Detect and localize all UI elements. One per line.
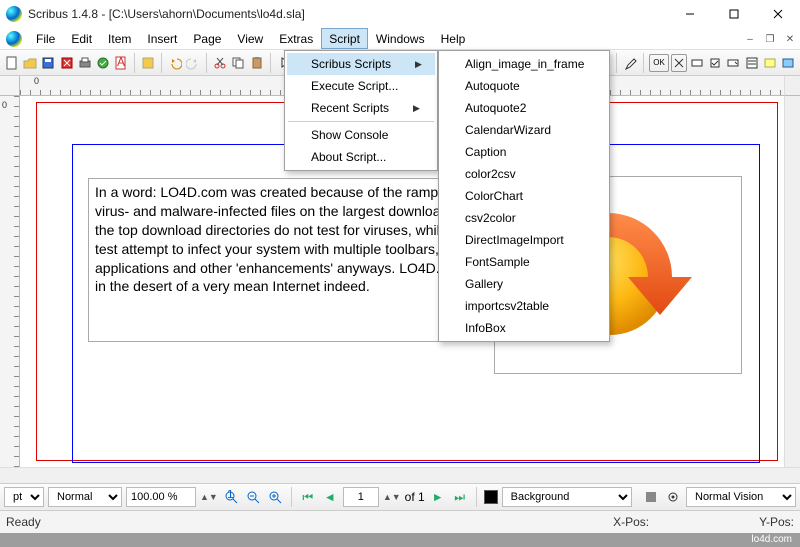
scribus-scripts-submenu: Align_image_in_frame Autoquote Autoquote… <box>438 50 610 342</box>
pdf-checkbox-icon[interactable] <box>707 54 723 72</box>
preview-quality-select[interactable]: Normal <box>48 487 122 507</box>
status-xpos-label: X-Pos: <box>613 515 649 529</box>
ruler-corner <box>0 76 20 96</box>
window-title: Scribus 1.4.8 - [C:\Users\ahorn\Document… <box>28 7 668 21</box>
status-ready: Ready <box>6 515 41 529</box>
ruler-vertical[interactable]: 0 <box>0 96 20 467</box>
menu-show-console[interactable]: Show Console <box>287 124 435 146</box>
script-importcsv2table[interactable]: importcsv2table <box>441 295 607 317</box>
pdf-listbox-icon[interactable] <box>744 54 760 72</box>
script-infobox[interactable]: InfoBox <box>441 317 607 339</box>
menu-execute-script[interactable]: Execute Script... <box>287 75 435 97</box>
mdi-minimize-icon[interactable]: – <box>741 31 759 47</box>
statusbar: Ready X-Pos: Y-Pos: <box>0 511 800 533</box>
preview-mode-icon[interactable] <box>664 488 682 506</box>
menu-windows[interactable]: Windows <box>368 28 433 49</box>
page-total-label: of 1 <box>405 490 425 504</box>
redo-icon[interactable] <box>185 54 201 72</box>
open-icon[interactable] <box>22 54 38 72</box>
script-menu-dropdown: Scribus Scripts▶ Execute Script... Recen… <box>284 50 438 171</box>
menu-extras[interactable]: Extras <box>271 28 321 49</box>
copy-icon[interactable] <box>230 54 246 72</box>
close-doc-icon[interactable] <box>58 54 74 72</box>
svg-text:A: A <box>117 56 125 69</box>
new-icon[interactable] <box>4 54 20 72</box>
status-ypos-label: Y-Pos: <box>759 515 794 529</box>
mdi-restore-icon[interactable]: ❐ <box>761 31 779 47</box>
menu-file[interactable]: File <box>28 28 63 49</box>
print-icon[interactable] <box>77 54 93 72</box>
maximize-button[interactable] <box>712 0 756 28</box>
script-fontsample[interactable]: FontSample <box>441 251 607 273</box>
pdf-annot-text-icon[interactable] <box>762 54 778 72</box>
page-last-icon[interactable]: ⏭ <box>451 488 469 506</box>
preflight-icon[interactable] <box>95 54 111 72</box>
submenu-arrow-icon: ▶ <box>415 59 422 70</box>
view-toolbar: pt Normal ▲▼ 1 ⏮ ◄ ▲▼ of 1 ► ⏭ Backgroun… <box>0 483 800 511</box>
eyedropper-icon[interactable] <box>622 54 638 72</box>
zoom-default-icon[interactable]: 1 <box>222 488 240 506</box>
save-text-icon[interactable] <box>140 54 156 72</box>
mdi-close-icon[interactable]: ✕ <box>781 31 799 47</box>
undo-icon[interactable] <box>167 54 183 72</box>
unit-select[interactable]: pt <box>4 487 44 507</box>
script-csv2color[interactable]: csv2color <box>441 207 607 229</box>
submenu-arrow-icon: ▶ <box>413 103 420 114</box>
script-caption[interactable]: Caption <box>441 141 607 163</box>
watermark: lo4d.com <box>0 533 800 547</box>
menu-recent-scripts[interactable]: Recent Scripts▶ <box>287 97 435 119</box>
menu-scribus-scripts[interactable]: Scribus Scripts▶ <box>287 53 435 75</box>
script-gallery[interactable]: Gallery <box>441 273 607 295</box>
script-color2csv[interactable]: color2csv <box>441 163 607 185</box>
layer-select[interactable]: Background <box>502 487 632 507</box>
scrollbar-vertical[interactable] <box>784 96 800 467</box>
layer-color-swatch <box>484 490 498 504</box>
titlebar: Scribus 1.4.8 - [C:\Users\ahorn\Document… <box>0 0 800 28</box>
menubar: File Edit Item Insert Page View Extras S… <box>0 28 800 50</box>
script-colorchart[interactable]: ColorChart <box>441 185 607 207</box>
page-input[interactable] <box>343 487 379 507</box>
menu-view[interactable]: View <box>229 28 271 49</box>
script-directimageimport[interactable]: DirectImageImport <box>441 229 607 251</box>
script-autoquote2[interactable]: Autoquote2 <box>441 97 607 119</box>
page-next-icon[interactable]: ► <box>429 488 447 506</box>
scribus-icon-small <box>6 31 22 47</box>
menu-insert[interactable]: Insert <box>139 28 185 49</box>
svg-text:1: 1 <box>227 490 234 501</box>
menu-edit[interactable]: Edit <box>63 28 100 49</box>
menu-about-script[interactable]: About Script... <box>287 146 435 168</box>
pdf-ok-icon[interactable]: OK <box>649 54 669 72</box>
zoom-in-icon[interactable] <box>266 488 284 506</box>
menu-script[interactable]: Script <box>321 28 368 49</box>
pdf-textfield-icon[interactable] <box>689 54 705 72</box>
script-autoquote[interactable]: Autoquote <box>441 75 607 97</box>
minimize-button[interactable] <box>668 0 712 28</box>
paste-icon[interactable] <box>249 54 265 72</box>
page-prev-icon[interactable]: ◄ <box>321 488 339 506</box>
pdf-combobox-icon[interactable] <box>725 54 741 72</box>
scribus-icon <box>6 6 22 22</box>
page-first-icon[interactable]: ⏮ <box>299 488 317 506</box>
zoom-input[interactable] <box>126 487 196 507</box>
menu-item-menu[interactable]: Item <box>100 28 139 49</box>
save-icon[interactable] <box>40 54 56 72</box>
cms-toggle-icon[interactable] <box>642 488 660 506</box>
vision-select[interactable]: Normal Vision <box>686 487 796 507</box>
cut-icon[interactable] <box>212 54 228 72</box>
menu-help[interactable]: Help <box>433 28 474 49</box>
pdf-cancel-icon[interactable] <box>671 54 687 72</box>
menu-page[interactable]: Page <box>185 28 229 49</box>
close-button[interactable] <box>756 0 800 28</box>
zoom-out-icon[interactable] <box>244 488 262 506</box>
pdf-annot-link-icon[interactable] <box>780 54 796 72</box>
pdf-icon[interactable]: A <box>113 54 129 72</box>
script-calendarwizard[interactable]: CalendarWizard <box>441 119 607 141</box>
scrollbar-horizontal[interactable] <box>0 467 800 483</box>
script-align-image[interactable]: Align_image_in_frame <box>441 53 607 75</box>
